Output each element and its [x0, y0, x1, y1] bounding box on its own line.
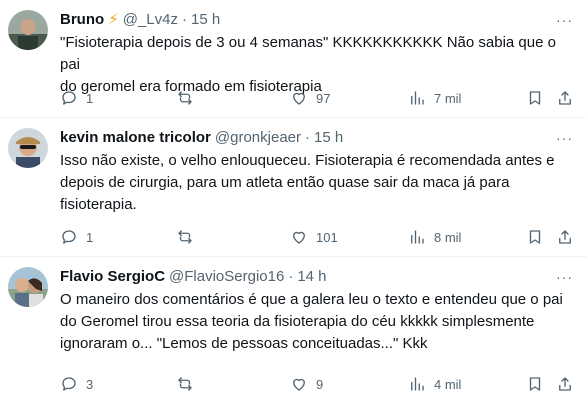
- timestamp[interactable]: 14 h: [297, 267, 326, 287]
- separator-dot: ·: [181, 11, 187, 28]
- more-options-icon[interactable]: ···: [556, 130, 573, 146]
- heart-icon: [293, 378, 305, 391]
- repost-button[interactable]: [176, 87, 202, 109]
- like-count: 97: [316, 90, 331, 106]
- view-count: 4 mil: [434, 376, 462, 392]
- repost-icon: [178, 91, 192, 105]
- reply-item[interactable]: Flavio SergioC @FlavioSergio16 · 14 h ··…: [0, 257, 587, 403]
- reply-text: Isso não existe, o velho enlouqueceu. Fi…: [60, 152, 555, 213]
- views-button[interactable]: 8 mil: [408, 226, 461, 248]
- reply-header: Flavio SergioC @FlavioSergio16 · 14 h: [60, 267, 575, 287]
- reply-item[interactable]: Bruno ⚡ @_Lv4z · 15 h ··· "Fisioterapia …: [0, 0, 587, 118]
- reply-count: 3: [86, 376, 94, 392]
- repost-icon: [178, 230, 192, 244]
- share-icon: [559, 230, 571, 244]
- author-handle[interactable]: @_Lv4z: [123, 10, 178, 30]
- avatar[interactable]: [8, 267, 48, 307]
- reply-text: O maneiro dos comentários é que a galera…: [60, 291, 563, 352]
- separator-dot: ·: [305, 129, 310, 146]
- reply-header: Bruno ⚡ @_Lv4z · 15 h: [60, 10, 575, 30]
- views-button[interactable]: 7 mil: [408, 87, 461, 109]
- separator-dot: ·: [288, 268, 294, 285]
- bookmark-button[interactable]: [526, 87, 544, 109]
- bolt-icon: ⚡: [108, 11, 119, 28]
- author-name[interactable]: kevin malone tricolor: [60, 128, 211, 148]
- bookmark-icon: [529, 230, 541, 244]
- more-options-icon[interactable]: ···: [556, 269, 573, 285]
- repost-button[interactable]: [176, 226, 202, 248]
- like-button[interactable]: 101: [290, 226, 338, 248]
- reply-count: 1: [86, 90, 94, 106]
- more-options-icon[interactable]: ···: [556, 12, 573, 28]
- reply-icon: [62, 377, 76, 391]
- share-button[interactable]: [556, 373, 574, 395]
- like-count: 101: [316, 229, 338, 245]
- author-handle[interactable]: @gronkjeaer: [215, 128, 301, 148]
- view-count: 7 mil: [434, 90, 462, 106]
- avatar[interactable]: [8, 10, 48, 50]
- analytics-icon: [411, 377, 424, 391]
- share-icon: [559, 377, 571, 391]
- timestamp[interactable]: 15 h: [314, 128, 343, 148]
- author-name[interactable]: Bruno: [60, 10, 104, 30]
- like-count: 9: [316, 376, 324, 392]
- repost-icon: [178, 377, 192, 391]
- bookmark-button[interactable]: [526, 226, 544, 248]
- analytics-icon: [411, 230, 424, 244]
- reply-header: kevin malone tricolor @gronkjeaer · 15 h: [60, 128, 575, 148]
- like-button[interactable]: 9: [290, 373, 323, 395]
- reply-button[interactable]: 1: [60, 226, 93, 248]
- reply-item[interactable]: kevin malone tricolor @gronkjeaer · 15 h…: [0, 118, 587, 257]
- author-name[interactable]: Flavio SergioC: [60, 267, 165, 287]
- heart-icon: [293, 92, 305, 105]
- action-bar: 3 9 4 mil: [60, 373, 575, 395]
- bookmark-icon: [529, 91, 541, 105]
- bookmark-button[interactable]: [526, 373, 544, 395]
- heart-icon: [293, 231, 305, 244]
- reply-button[interactable]: 1: [60, 87, 93, 109]
- like-button[interactable]: 97: [290, 87, 330, 109]
- reply-icon: [62, 91, 76, 105]
- timestamp[interactable]: 15 h: [191, 10, 220, 30]
- action-bar: 1 97 7 mil: [60, 87, 575, 109]
- share-icon: [559, 91, 571, 105]
- share-button[interactable]: [556, 87, 574, 109]
- view-count: 8 mil: [434, 229, 462, 245]
- share-button[interactable]: [556, 226, 574, 248]
- reply-button[interactable]: 3: [60, 373, 93, 395]
- views-button[interactable]: 4 mil: [408, 373, 461, 395]
- repost-button[interactable]: [176, 373, 202, 395]
- analytics-icon: [411, 91, 424, 105]
- action-bar: 1 101 8 mil: [60, 226, 575, 248]
- bookmark-icon: [529, 377, 541, 391]
- reply-icon: [62, 230, 76, 244]
- reply-count: 1: [86, 229, 94, 245]
- author-handle[interactable]: @FlavioSergio16: [169, 267, 284, 287]
- avatar[interactable]: [8, 128, 48, 168]
